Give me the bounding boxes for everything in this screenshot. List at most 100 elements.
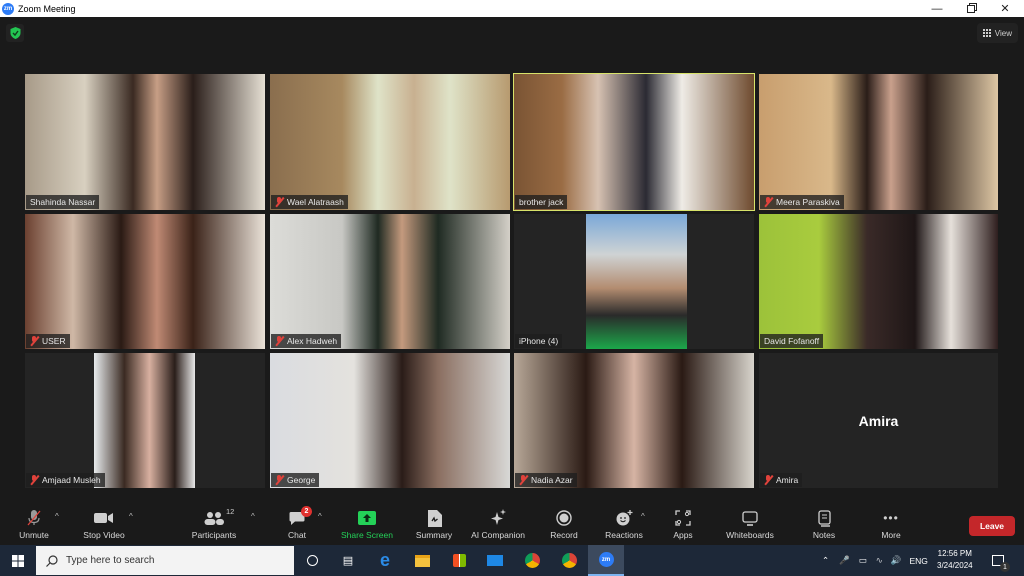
microphone-tray-icon[interactable]: 🎤: [839, 555, 850, 566]
video-tile[interactable]: USER: [25, 214, 265, 349]
grid-icon: [982, 29, 991, 37]
stop-video-button[interactable]: Stop Video: [80, 509, 128, 543]
mic-muted-icon: [519, 475, 528, 485]
security-button[interactable]: [6, 24, 24, 42]
meeting-toolbar: Unmute ^ Stop Video ^ 12 Participants ^ …: [0, 500, 1024, 545]
taskbar-cortana[interactable]: [294, 545, 330, 576]
video-tile[interactable]: Nadia Azar: [514, 353, 754, 488]
wifi-icon[interactable]: ∿: [876, 555, 883, 566]
video-camera-icon: [94, 513, 113, 523]
whiteboard-icon: [742, 510, 758, 526]
notification-icon: 1: [992, 555, 1010, 572]
record-label: Record: [550, 530, 578, 540]
language-indicator[interactable]: ENG: [909, 556, 927, 566]
participant-video: [25, 214, 265, 349]
participant-video: [759, 214, 998, 349]
restore-button[interactable]: [954, 0, 988, 17]
taskbar-chrome-profile[interactable]: [551, 545, 587, 576]
participant-name: brother jack: [519, 197, 564, 207]
view-button[interactable]: View: [976, 23, 1018, 43]
chrome-icon: [524, 553, 540, 568]
participant-name-tag: Amjaad Musleh: [26, 473, 105, 487]
participant-name-tag: Wael Alatraash: [271, 195, 348, 209]
chat-unread-badge: 2: [301, 506, 312, 517]
video-tile[interactable]: George: [270, 353, 510, 488]
apps-label: Apps: [673, 530, 693, 540]
chat-label: Chat: [288, 530, 306, 540]
record-button[interactable]: Record: [546, 509, 582, 543]
mic-muted-icon: [275, 475, 284, 485]
video-tile[interactable]: David Fofanoff: [759, 214, 998, 349]
participant-name-tag: David Fofanoff: [760, 334, 824, 348]
taskbar-zoom[interactable]: zm: [588, 545, 624, 576]
participant-name: Wael Alatraash: [287, 197, 344, 207]
video-tile[interactable]: Alex Hadweh: [270, 214, 510, 349]
sparkle-icon: [491, 509, 506, 525]
video-tile[interactable]: Amjaad Musleh: [25, 353, 265, 488]
unmute-button[interactable]: Unmute: [16, 509, 52, 543]
participant-name: USER: [42, 336, 66, 346]
mic-muted-icon: [764, 197, 773, 207]
minimize-button[interactable]: —: [920, 0, 954, 17]
video-tile[interactable]: Shahinda Nassar: [25, 74, 265, 210]
participant-name-tag: Alex Hadweh: [271, 334, 342, 348]
participant-name: George: [287, 475, 316, 485]
video-tile[interactable]: iPhone (4): [514, 214, 754, 349]
chat-options-caret[interactable]: ^: [318, 512, 322, 521]
video-tile[interactable]: Wael Alatraash: [270, 74, 510, 210]
participant-video: [759, 74, 998, 210]
chat-button[interactable]: 2 Chat: [285, 506, 312, 543]
participant-name: Nadia Azar: [531, 475, 573, 485]
volume-icon[interactable]: 🔊: [891, 555, 902, 566]
taskbar-store[interactable]: [441, 545, 477, 576]
ai-companion-button[interactable]: AI Companion: [467, 509, 529, 543]
close-button[interactable]: ✕: [988, 0, 1022, 17]
taskbar-search-input[interactable]: [66, 555, 266, 566]
taskbar-search[interactable]: [36, 546, 294, 575]
notes-label: Notes: [812, 530, 836, 540]
video-tile[interactable]: Amira Amira: [759, 353, 998, 488]
battery-icon[interactable]: ▭: [859, 555, 867, 566]
taskbar-task-view[interactable]: ▤: [330, 545, 366, 576]
taskbar-chrome[interactable]: [514, 545, 550, 576]
video-tile[interactable]: Meera Paraskiva: [759, 74, 998, 210]
whiteboards-button[interactable]: Whiteboards: [722, 509, 778, 543]
summary-button[interactable]: Summary: [412, 509, 456, 543]
leave-button[interactable]: Leave: [969, 516, 1015, 536]
video-options-caret[interactable]: ^: [129, 512, 133, 521]
taskbar-file-explorer[interactable]: [404, 545, 440, 576]
show-hidden-icons-chevron[interactable]: ⌃: [822, 555, 829, 566]
taskbar-mail[interactable]: [477, 545, 513, 576]
folder-icon: [414, 554, 430, 567]
participant-video: [270, 74, 510, 210]
participants-button[interactable]: 12 Participants: [190, 507, 238, 543]
cortana-circle-icon: [306, 555, 318, 566]
share-screen-button[interactable]: Share Screen: [339, 509, 395, 543]
participant-name: Meera Paraskiva: [776, 197, 840, 207]
taskbar-edge[interactable]: e: [367, 545, 403, 576]
taskbar-clock[interactable]: 12:56 PM 3/24/2024: [937, 548, 973, 572]
participants-options-caret[interactable]: ^: [251, 512, 255, 521]
participant-name: Shahinda Nassar: [30, 197, 96, 207]
participant-video: [94, 353, 195, 488]
participant-name-tag: George: [271, 473, 320, 487]
notification-center-button[interactable]: 1: [992, 545, 1010, 576]
reactions-options-caret[interactable]: ^: [641, 512, 645, 521]
minimize-icon: —: [931, 2, 943, 15]
participant-video: [270, 353, 510, 488]
participant-name-tag: Nadia Azar: [515, 473, 577, 487]
video-tile[interactable]: brother jack: [513, 73, 755, 211]
audio-options-caret[interactable]: ^: [55, 512, 59, 521]
reactions-button[interactable]: Reactions: [602, 509, 646, 543]
apps-button[interactable]: Apps: [668, 509, 698, 543]
participant-video: [25, 74, 265, 210]
window-titlebar: zm Zoom Meeting — ✕: [0, 0, 1024, 17]
clock-time: 12:56 PM: [937, 549, 972, 558]
notes-button[interactable]: Notes: [810, 509, 838, 543]
reactions-label: Reactions: [605, 530, 643, 540]
more-label: More: [881, 530, 901, 540]
notification-count-badge: 1: [1000, 562, 1010, 572]
participant-name-tag: Shahinda Nassar: [26, 195, 100, 209]
start-button[interactable]: [0, 545, 36, 576]
more-button[interactable]: ••• More: [876, 509, 906, 543]
